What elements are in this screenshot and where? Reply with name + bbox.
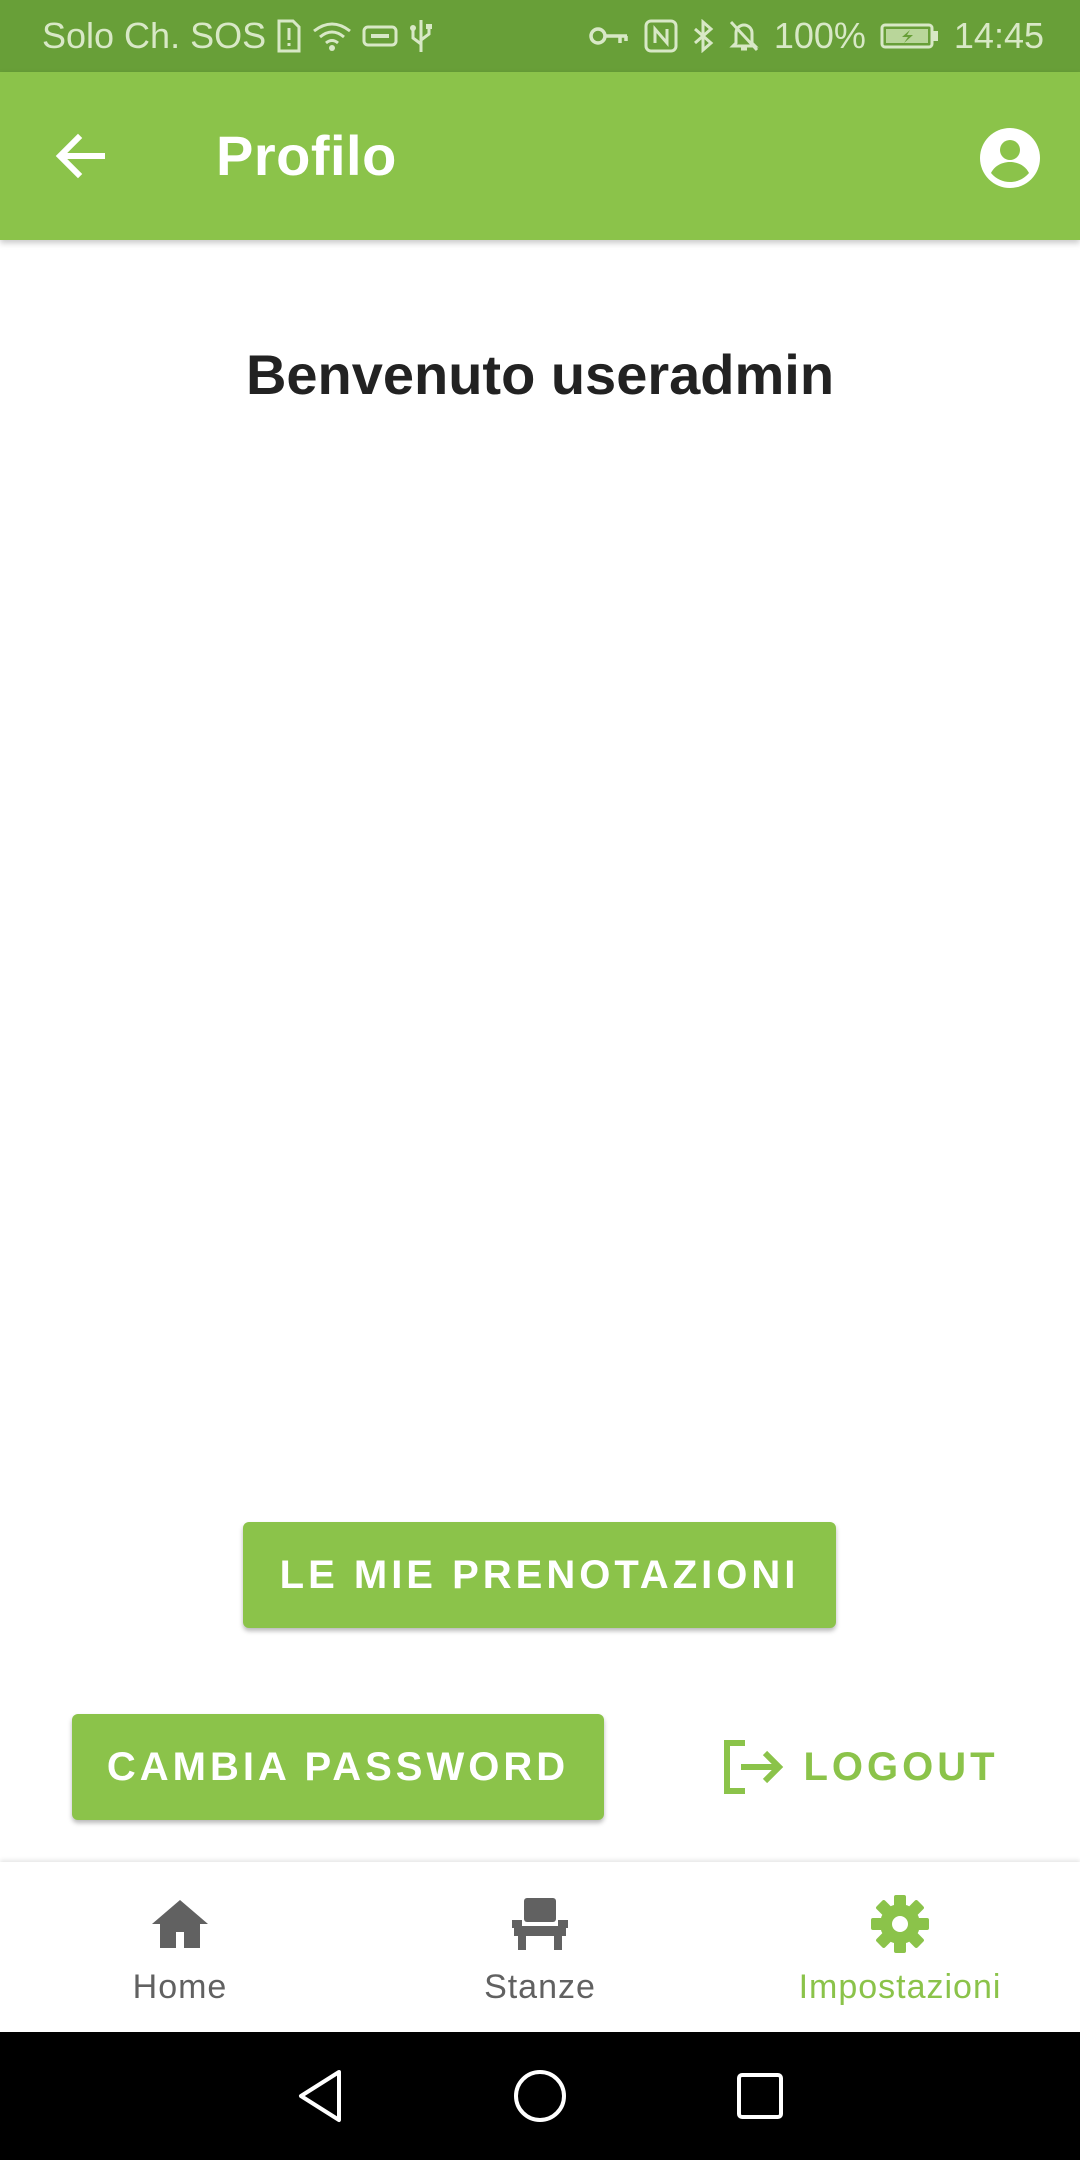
wifi-icon [312,19,352,53]
account-button[interactable] [972,120,1048,196]
carrier-text: Solo Ch. SOS [42,15,267,56]
nav-item-impostazioni[interactable]: Impostazioni [720,1862,1080,2032]
logout-button[interactable]: LOGOUT [700,1714,1020,1820]
usb-icon [408,18,434,54]
nav-item-home[interactable]: Home [0,1862,360,2032]
logout-label: LOGOUT [803,1744,999,1789]
system-navigation-bar [0,2032,1080,2160]
square-recents-icon [737,2073,783,2119]
gear-icon [871,1895,929,1953]
my-bookings-button[interactable]: LE MIE PRENOTAZIONI [243,1522,836,1628]
chair-icon [512,1898,568,1950]
arrow-back-icon [55,133,105,179]
status-bar: Solo Ch. SOS 100% 14:45 [0,0,1080,72]
app-bar: Profilo [0,72,1080,240]
nav-label-impostazioni: Impostazioni [798,1968,1002,2006]
welcome-text: Benvenuto useradmin [245,343,835,406]
nfc-icon [644,19,678,53]
account-circle-icon [980,128,1040,188]
bell-off-icon [728,19,760,53]
home-icon [152,1900,208,1948]
nav-item-stanze[interactable]: Stanze [360,1862,720,2032]
battery-charging-icon [880,22,940,50]
triangle-back-icon [299,2070,341,2122]
system-home-button[interactable] [505,2061,575,2131]
status-left: Solo Ch. SOS [42,15,434,57]
system-recents-button[interactable] [725,2061,795,2131]
logout-icon [724,1740,784,1794]
vpn-icon [362,24,398,48]
nav-label-home: Home [132,1968,228,2006]
sim-alert-icon [276,19,302,53]
status-right: 100% 14:45 [588,15,1044,57]
back-button[interactable] [40,116,120,196]
battery-percent: 100% [773,15,866,56]
bluetooth-icon [692,19,714,53]
key-icon [588,24,630,48]
bottom-navigation: Home Stanze Impostazioni [0,1862,1080,2032]
nav-label-stanze: Stanze [484,1968,596,2006]
page-title: Profilo [216,124,397,187]
change-password-button[interactable]: CAMBIA PASSWORD [72,1714,604,1820]
system-back-button[interactable] [285,2061,355,2131]
clock: 14:45 [953,15,1044,56]
circle-home-icon [514,2070,566,2122]
